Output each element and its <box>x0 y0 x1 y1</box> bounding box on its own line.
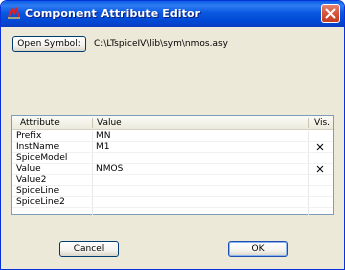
table-row[interactable]: Value2 <box>12 175 333 185</box>
title-bar[interactable]: Component Attribute Editor <box>1 1 344 27</box>
open-symbol-button[interactable]: Open Symbol: <box>12 36 86 52</box>
attribute-value[interactable]: NMOS <box>96 164 123 174</box>
table-row[interactable]: SpiceLine <box>12 186 333 196</box>
table-header: Attribute Value Vis. <box>12 116 333 130</box>
symbol-path: C:\LTspiceIV\lib\sym\nmos.asy <box>94 39 228 49</box>
visible-mark-icon[interactable] <box>316 164 324 174</box>
attribute-name: Prefix <box>16 131 42 141</box>
column-header-value[interactable]: Value <box>97 118 122 128</box>
attribute-name: InstName <box>16 142 60 152</box>
attribute-name: SpiceLine <box>16 186 60 196</box>
window-title: Component Attribute Editor <box>25 7 201 20</box>
table-row[interactable]: InstName M1 <box>12 142 333 152</box>
attribute-value[interactable]: M1 <box>96 142 110 152</box>
close-button[interactable] <box>321 4 340 23</box>
dialog-window: Component Attribute Editor Open Symbol: … <box>0 0 345 270</box>
attribute-table: Attribute Value Vis. Prefix MN InstName … <box>11 115 334 215</box>
column-header-attribute[interactable]: Attribute <box>20 118 60 128</box>
table-row[interactable]: Value NMOS <box>12 164 333 174</box>
close-icon <box>325 8 336 19</box>
attribute-value[interactable]: MN <box>96 131 111 141</box>
row-divider <box>12 207 333 208</box>
attribute-name: Value2 <box>16 175 47 185</box>
table-row[interactable]: SpiceLine2 <box>12 197 333 207</box>
visible-mark-icon[interactable] <box>316 142 324 152</box>
column-divider[interactable] <box>92 118 93 128</box>
column-header-vis[interactable]: Vis. <box>314 118 330 128</box>
column-divider[interactable] <box>308 118 309 128</box>
cancel-button[interactable]: Cancel <box>59 241 119 257</box>
table-row[interactable]: Prefix MN <box>12 131 333 141</box>
attribute-name: SpiceLine2 <box>16 197 65 207</box>
attribute-name: Value <box>16 164 41 174</box>
attribute-name: SpiceModel <box>16 153 68 163</box>
ltspice-app-icon <box>7 6 21 20</box>
table-row[interactable]: SpiceModel <box>12 153 333 163</box>
ok-button[interactable]: OK <box>228 241 288 257</box>
